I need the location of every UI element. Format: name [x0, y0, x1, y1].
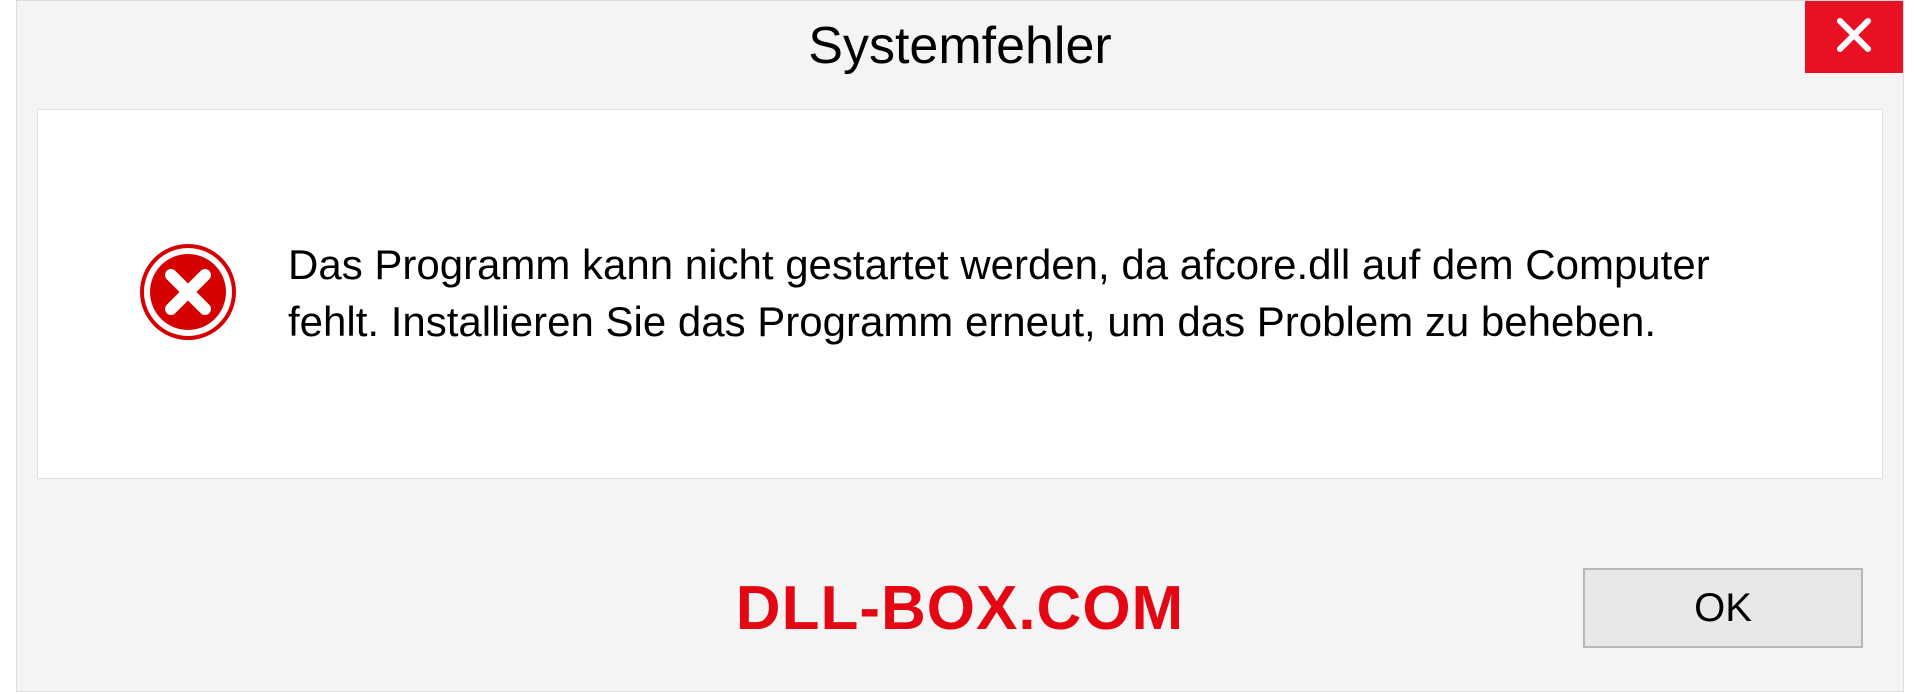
error-message: Das Programm kann nicht gestartet werden…	[288, 237, 1748, 350]
ok-button[interactable]: OK	[1583, 568, 1863, 648]
error-icon	[138, 242, 238, 347]
message-panel: Das Programm kann nicht gestartet werden…	[37, 109, 1883, 479]
close-button[interactable]	[1805, 1, 1903, 73]
error-dialog: Systemfehler Das Programm kann nicht ges…	[16, 0, 1904, 692]
close-icon	[1834, 15, 1874, 60]
titlebar: Systemfehler	[17, 1, 1903, 91]
watermark-text: DLL-BOX.COM	[736, 573, 1184, 644]
dialog-title: Systemfehler	[808, 16, 1111, 76]
dialog-footer: DLL-BOX.COM OK	[17, 553, 1903, 663]
